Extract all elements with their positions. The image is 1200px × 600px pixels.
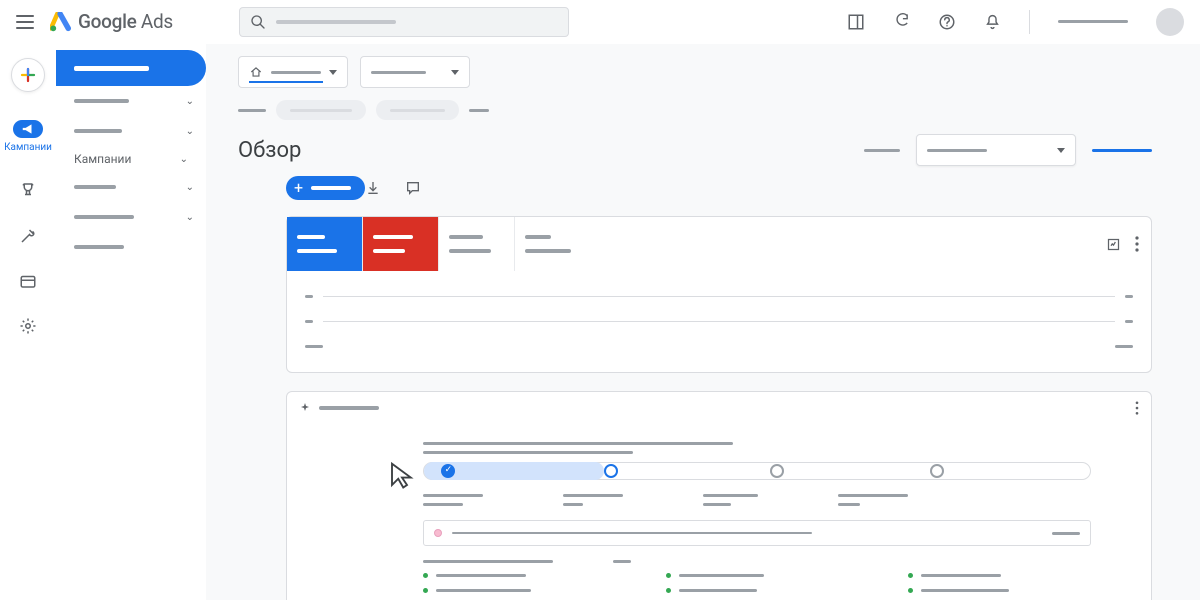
search-container — [239, 7, 569, 37]
search-input[interactable] — [239, 7, 569, 37]
help-icon[interactable] — [938, 13, 956, 31]
title-bar: Обзор — [206, 120, 1200, 166]
filter-more[interactable] — [469, 109, 489, 112]
list-item — [666, 573, 849, 578]
app-header: Google Ads — [0, 0, 1200, 44]
compare-link[interactable] — [1092, 149, 1152, 152]
rail-campaigns[interactable]: Кампании — [4, 120, 52, 153]
detail-columns — [423, 494, 1091, 506]
home-icon — [249, 65, 263, 79]
download-icon[interactable] — [365, 180, 381, 196]
chevron-down-icon: ⌄ — [180, 154, 188, 165]
create-button[interactable] — [11, 58, 45, 92]
progress-step — [930, 464, 944, 478]
card-title — [319, 406, 379, 410]
progress-step — [604, 464, 618, 478]
filter-bar — [206, 88, 1200, 120]
product-logo[interactable]: Google Ads — [50, 10, 173, 33]
list-item — [908, 588, 1091, 593]
sidenav-item[interactable]: ⌄ — [56, 202, 206, 232]
more-icon[interactable] — [1135, 236, 1139, 252]
progress-bar — [423, 462, 1091, 480]
notifications-icon[interactable] — [984, 13, 1001, 31]
recommendations-card — [286, 391, 1152, 600]
chevron-down-icon: ⌄ — [186, 96, 194, 107]
metric-tab[interactable] — [439, 217, 515, 271]
side-nav: ⌄ ⌄ Кампании⌄ ⌄ ⌄ — [56, 44, 206, 600]
sidenav-overview[interactable] — [56, 50, 206, 86]
sidenav-item[interactable]: ⌄ — [56, 172, 206, 202]
list-item — [423, 588, 606, 593]
sidenav-item[interactable] — [56, 232, 206, 262]
search-placeholder — [276, 20, 396, 24]
metric-tabs — [287, 217, 1151, 271]
dropdown-icon — [1057, 148, 1065, 153]
list-item — [666, 588, 849, 593]
main-content: Обзор + — [206, 44, 1200, 600]
settings-icon[interactable] — [19, 317, 37, 335]
filter-chip[interactable] — [276, 100, 366, 120]
left-rail: Кампании — [0, 44, 56, 600]
sparkle-icon — [299, 402, 311, 414]
scope-campaign[interactable] — [360, 56, 470, 88]
rail-campaigns-label: Кампании — [4, 142, 52, 153]
status-dot-icon — [434, 529, 442, 537]
progress-step — [441, 464, 455, 478]
dropdown-icon — [329, 70, 337, 75]
chevron-down-icon: ⌄ — [186, 212, 194, 223]
tools-icon[interactable] — [19, 227, 37, 245]
page-title: Обзор — [238, 138, 301, 163]
metric-tab[interactable] — [287, 217, 363, 271]
dropdown-icon — [451, 70, 459, 75]
plus-icon: + — [294, 180, 303, 196]
divider — [1029, 10, 1030, 34]
sidenav-item[interactable]: ⌄ — [56, 86, 206, 116]
trophy-icon[interactable] — [19, 181, 37, 199]
chevron-down-icon: ⌄ — [186, 126, 194, 137]
suggestion-input[interactable] — [423, 520, 1091, 546]
metrics-card — [286, 216, 1152, 373]
filter-label — [238, 109, 266, 112]
progress-step — [770, 464, 784, 478]
product-name: Google Ads — [78, 10, 173, 33]
ads-logo-icon — [50, 12, 72, 32]
scope-bar — [206, 44, 1200, 88]
axis-label — [305, 345, 323, 348]
sidenav-section-campaigns[interactable]: Кампании⌄ — [56, 146, 206, 172]
refresh-icon[interactable] — [893, 13, 910, 30]
scope-account[interactable] — [238, 56, 348, 88]
metric-tab[interactable] — [515, 217, 591, 271]
list-item — [423, 573, 606, 578]
more-icon[interactable] — [1135, 401, 1139, 415]
header-actions — [847, 8, 1184, 36]
list-item — [908, 573, 1091, 578]
chevron-down-icon: ⌄ — [186, 182, 194, 193]
megaphone-icon — [13, 120, 43, 138]
bullet-list — [423, 573, 1091, 593]
date-range-picker[interactable] — [916, 134, 1076, 166]
search-icon — [250, 14, 266, 30]
axis-label — [1115, 345, 1133, 348]
plus-icon — [19, 66, 37, 84]
feedback-icon[interactable] — [405, 180, 421, 196]
cursor-icon — [387, 460, 417, 490]
menu-icon[interactable] — [16, 15, 34, 29]
new-campaign-button[interactable]: + — [286, 176, 365, 200]
chart-area — [287, 271, 1151, 372]
avatar[interactable] — [1156, 8, 1184, 36]
reports-icon[interactable] — [847, 13, 865, 31]
billing-icon[interactable] — [19, 273, 37, 289]
date-label — [864, 149, 900, 152]
filter-chip[interactable] — [376, 100, 459, 120]
sidenav-item[interactable]: ⌄ — [56, 116, 206, 146]
expand-icon[interactable] — [1106, 237, 1121, 252]
metric-tab[interactable] — [363, 217, 439, 271]
account-label[interactable] — [1058, 20, 1128, 23]
